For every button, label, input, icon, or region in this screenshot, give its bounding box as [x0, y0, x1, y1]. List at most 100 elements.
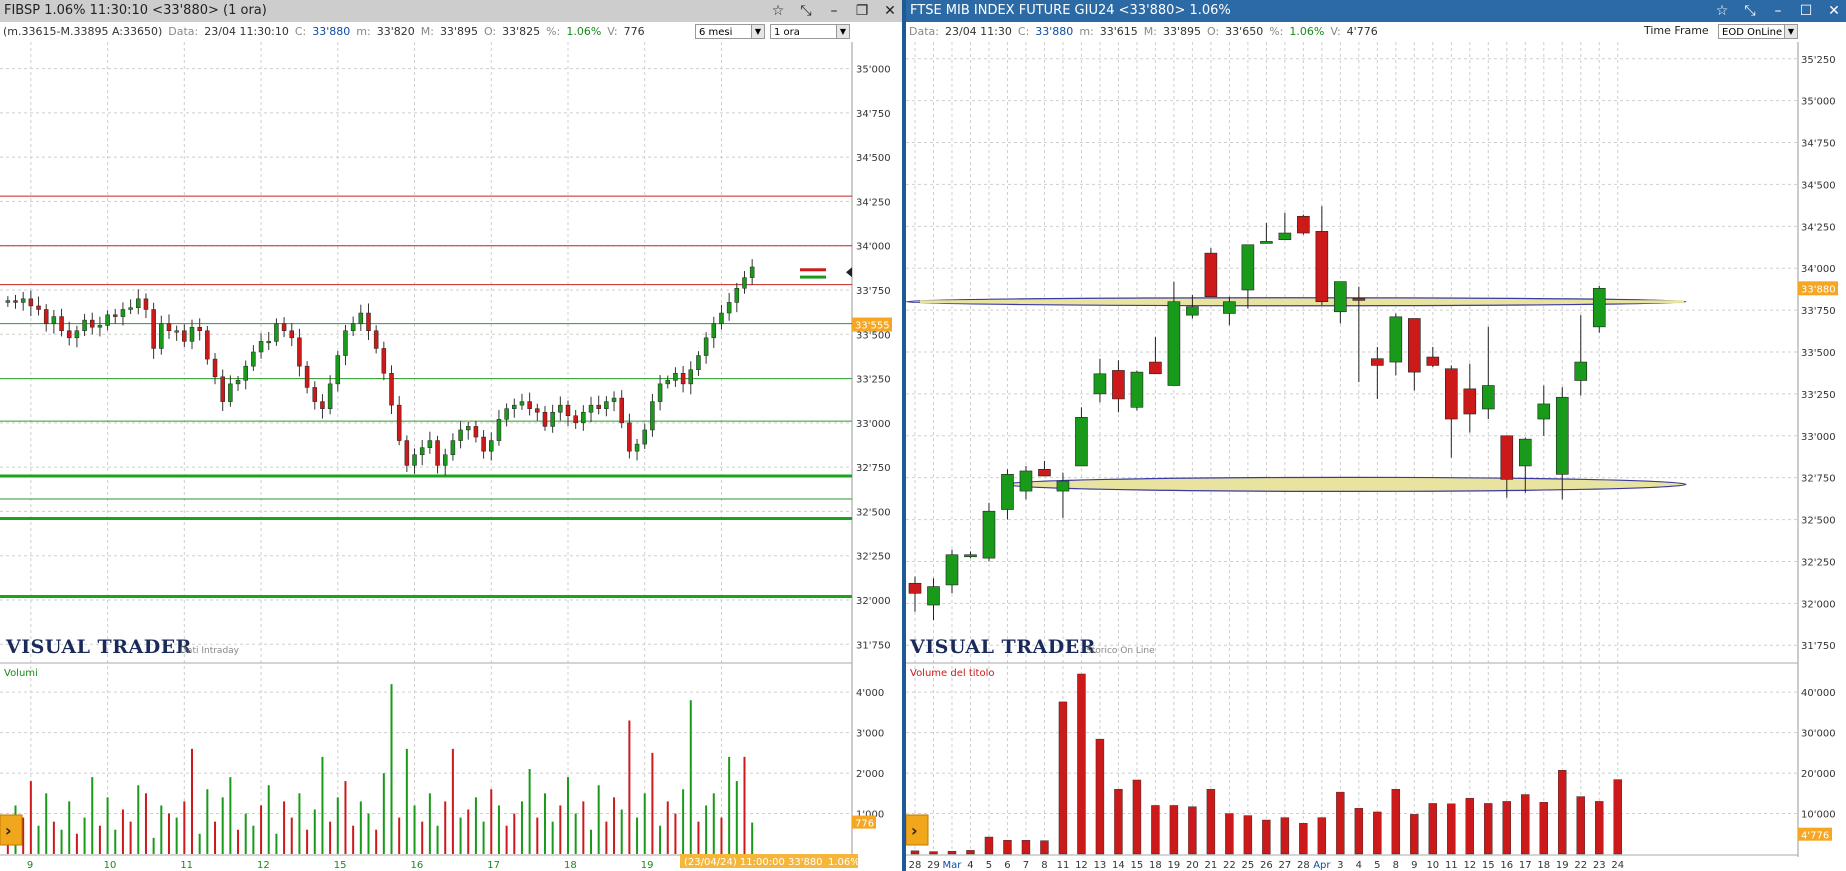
- x-tick-label: 15: [334, 860, 347, 871]
- left-info-2: 23/04 11:30:10: [204, 25, 289, 38]
- y-tick-label: 34'250: [1801, 222, 1836, 233]
- x-tick-label: 12: [1463, 860, 1476, 871]
- volume-bar: [1262, 819, 1271, 855]
- candle-body: [665, 380, 671, 385]
- candle-body: [1278, 232, 1292, 241]
- minimize-icon[interactable]: –: [826, 0, 842, 22]
- x-tick-label: 12: [1075, 860, 1088, 871]
- x-tick-label: Apr: [1313, 860, 1331, 871]
- candle-body: [13, 300, 18, 303]
- right-info-0: Data:: [909, 25, 939, 38]
- candle-body: [504, 408, 509, 420]
- star-icon[interactable]: ☆: [770, 0, 786, 22]
- candle-body: [581, 411, 586, 424]
- candle-body: [251, 351, 256, 367]
- restore-icon[interactable]: ❐: [854, 0, 870, 22]
- y-tick-label: 33'750: [856, 286, 891, 297]
- candle-body: [1500, 435, 1514, 480]
- candle-body: [527, 401, 532, 409]
- left-info-bar: (m.33615-M.33895 A:33650) Data: 23/04 11:3…: [0, 22, 902, 42]
- candle-body: [496, 419, 502, 441]
- volume-tick-label: 10'000: [1801, 810, 1836, 821]
- volume-pane-label: Volume del titolo: [910, 668, 994, 679]
- right-chart-canvas[interactable]: 35'250 35'000 34'750 34'500 34'250 34'000 33'7…: [906, 42, 1846, 871]
- x-tick-label: 11: [1445, 860, 1458, 871]
- period-select[interactable]: 6 mesi ▼: [695, 24, 765, 39]
- candle-body: [212, 358, 218, 378]
- x-tick-label: 10: [104, 860, 117, 871]
- candle-body: [604, 401, 609, 409]
- candle-body: [182, 330, 187, 342]
- candle-body: [1574, 361, 1588, 381]
- y-tick-label: 32'000: [1801, 599, 1836, 610]
- left-chart-canvas[interactable]: 35'000 34'750 34'500 34'250 34'000 33'750 33'5…: [0, 42, 902, 871]
- candle-body: [726, 302, 732, 314]
- y-tick-label: 34'250: [856, 197, 891, 208]
- right-info-3: 33'880: [1035, 25, 1074, 38]
- close-icon[interactable]: ✕: [882, 0, 898, 22]
- candle-body: [1371, 358, 1384, 366]
- timeframe-select[interactable]: 1 ora ▼: [770, 24, 850, 39]
- volume-bar: [984, 836, 994, 855]
- close-icon[interactable]: ✕: [1826, 0, 1842, 22]
- candle-body: [749, 266, 755, 278]
- x-tick-label: 10: [1426, 860, 1439, 871]
- candle-body: [1315, 231, 1329, 303]
- right-window-title: FTSE MIB INDEX FUTURE GIU24 <33'880> 1.0…: [910, 3, 1231, 18]
- left-info-4: 33'880: [312, 25, 351, 38]
- candle-body: [596, 404, 601, 409]
- candle-body: [734, 287, 740, 303]
- draw-tool-icon[interactable]: ⤡: [1742, 0, 1758, 22]
- volume-bar: [929, 851, 938, 855]
- visual-trader-logo: VISUAL TRADER: [909, 636, 1096, 658]
- volume-bar: [1336, 791, 1345, 855]
- y-tick-label: 35'000: [1801, 97, 1836, 108]
- candle-body: [220, 376, 225, 402]
- candle-body: [565, 404, 571, 417]
- draw-tool-icon[interactable]: ⤡: [798, 0, 814, 22]
- volume-bar: [1243, 815, 1253, 855]
- x-tick-label: 16: [1500, 860, 1513, 871]
- x-tick-label: 11: [180, 860, 193, 871]
- candle-body: [435, 440, 440, 466]
- candle-body: [159, 323, 164, 349]
- candle-body: [281, 323, 287, 331]
- y-tick-label: 32'250: [1801, 557, 1836, 568]
- candle-body: [105, 314, 110, 326]
- candle-body: [1518, 438, 1532, 467]
- y-tick-label: 32'250: [856, 552, 891, 563]
- candle-body: [404, 440, 410, 466]
- right-info-11: 1.06%: [1289, 25, 1325, 38]
- maximize-icon[interactable]: ☐: [1798, 0, 1814, 22]
- candle-body: [43, 309, 49, 324]
- candle-body: [1389, 316, 1403, 363]
- x-tick-label: 25: [1242, 860, 1255, 871]
- candle-body: [82, 319, 87, 331]
- last-price-tag-label: 33'880: [1801, 284, 1836, 295]
- x-tick-label: 4: [967, 860, 973, 871]
- y-tick-label: 33'750: [1801, 306, 1836, 317]
- volume-bar: [1021, 840, 1031, 855]
- candle-body: [266, 341, 271, 344]
- candle-body: [1038, 468, 1051, 477]
- volume-tag-label: 776: [855, 819, 874, 830]
- volume-bar: [1465, 797, 1475, 855]
- candle-body: [1075, 417, 1088, 467]
- candle-body: [1408, 318, 1421, 373]
- candle-body: [519, 401, 525, 406]
- eod-select[interactable]: EOD OnLine ▼: [1718, 24, 1798, 39]
- candle-body: [442, 454, 448, 466]
- right-info-13: 4'776: [1346, 25, 1378, 38]
- x-tick-label: 20: [1186, 860, 1199, 871]
- x-tick-label: 17: [487, 860, 500, 871]
- candle-body: [174, 330, 179, 333]
- star-icon[interactable]: ☆: [1714, 0, 1730, 22]
- volume-bar: [1484, 803, 1493, 855]
- volume-bar: [1373, 811, 1382, 855]
- candle-body: [650, 401, 655, 431]
- minimize-icon[interactable]: –: [1770, 0, 1786, 22]
- volume-bar: [910, 850, 920, 855]
- x-tick-label: 23: [1593, 860, 1606, 871]
- y-tick-label: 33'500: [856, 330, 891, 341]
- candle-body: [197, 326, 202, 331]
